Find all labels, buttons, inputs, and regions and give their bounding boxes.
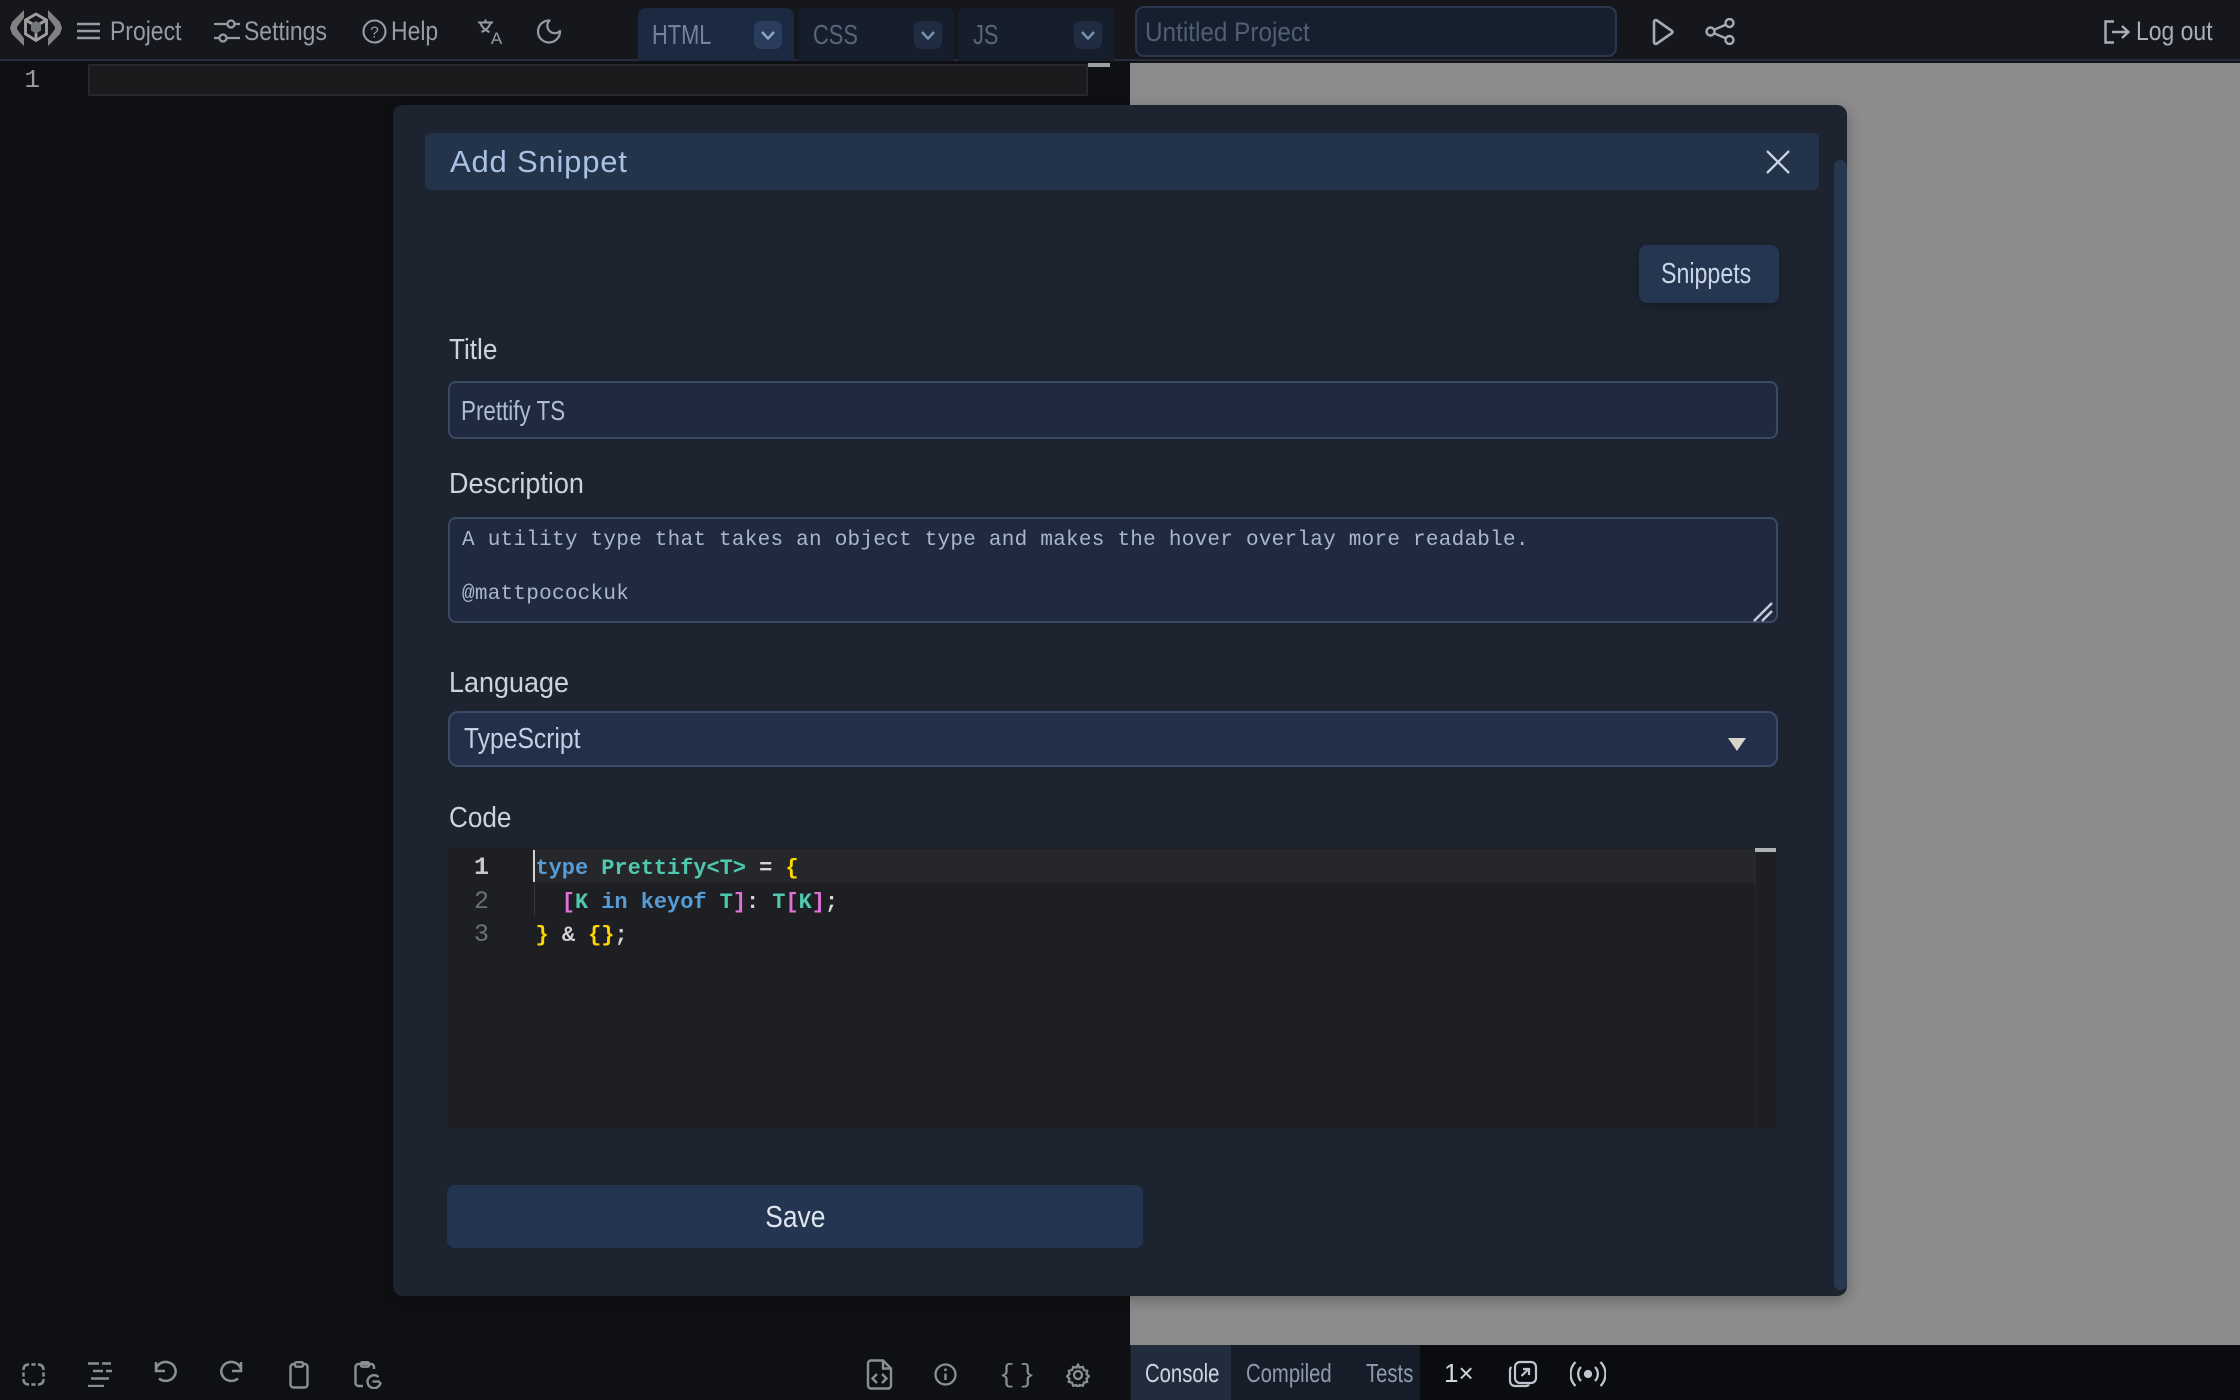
svg-text:?: ?: [370, 25, 379, 42]
svg-text:A: A: [491, 29, 503, 45]
